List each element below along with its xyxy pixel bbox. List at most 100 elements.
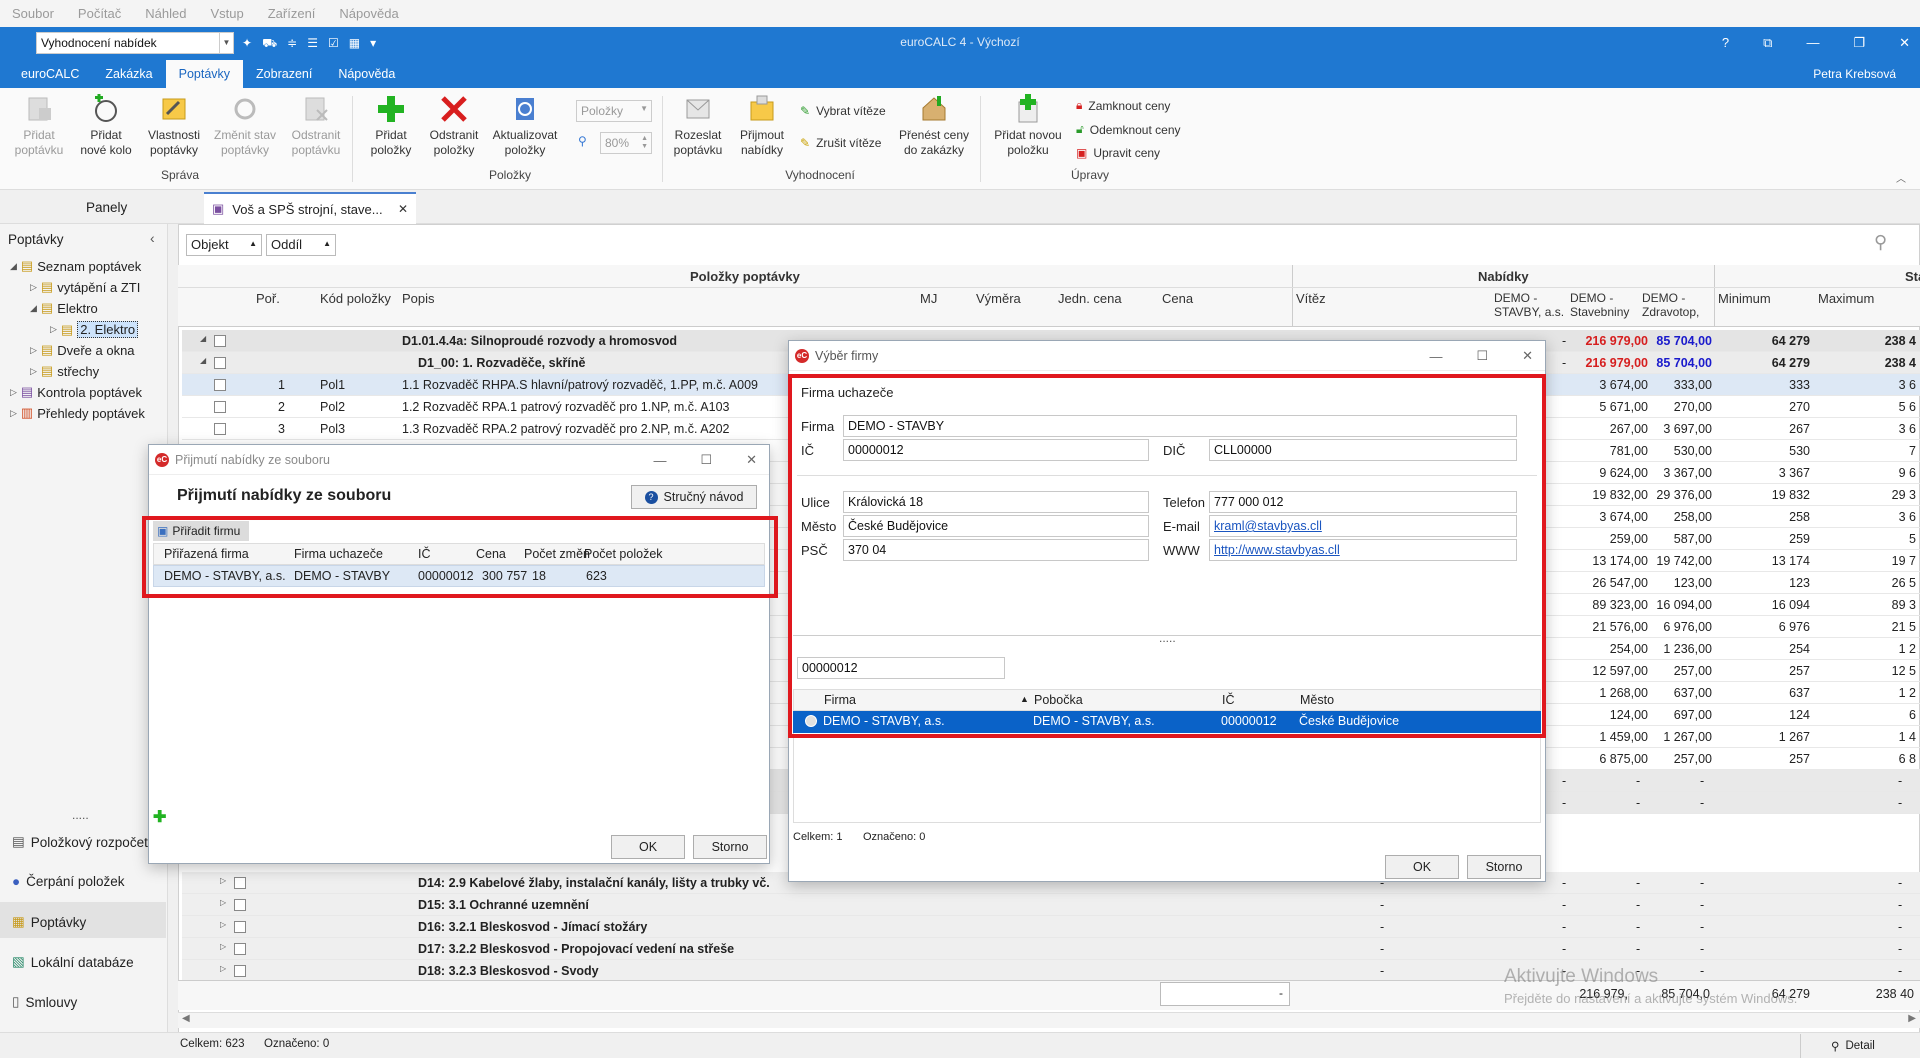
checkbox-icon[interactable]: ☑ xyxy=(328,36,339,52)
tab-napoveda[interactable]: Nápověda xyxy=(325,60,408,88)
maximize-icon[interactable]: ☐ xyxy=(1476,348,1488,364)
maximize-icon[interactable]: ☐ xyxy=(700,452,712,468)
col-bidder-firm[interactable]: Firma uchazeče xyxy=(294,547,383,561)
psc-field[interactable]: 370 04 xyxy=(843,539,1149,561)
menu-vstup[interactable]: Vstup xyxy=(210,6,243,21)
car-icon[interactable]: ⛟ xyxy=(262,36,277,52)
row-checkbox[interactable] xyxy=(234,877,246,889)
expand-icon[interactable]: ▷ xyxy=(220,876,226,885)
col-demo-stavby[interactable]: DEMO - STAVBY, a.s. xyxy=(1494,291,1564,319)
col-items-count[interactable]: Počet položek xyxy=(584,547,663,561)
col-price[interactable]: Cena xyxy=(476,547,506,561)
menu-zarizeni[interactable]: Zařízení xyxy=(268,6,316,21)
menu-napoveda[interactable]: Nápověda xyxy=(339,6,398,21)
tree-item-seznam[interactable]: ◢ ▤ Seznam poptávek xyxy=(10,258,141,274)
panel-splitter[interactable]: ..... xyxy=(72,808,89,822)
expand-icon[interactable]: ◢ xyxy=(200,356,206,365)
col-mesto[interactable]: Město xyxy=(1300,693,1334,707)
document-tab[interactable]: ▣ Voš a SPŠ strojní, stave... ✕ xyxy=(204,192,416,224)
col-cena[interactable]: Cena xyxy=(1162,291,1193,306)
close-tab-icon[interactable]: ✕ xyxy=(398,202,408,216)
tab-zakazka[interactable]: Zakázka xyxy=(92,60,165,88)
tree-item-elektro[interactable]: ◢ ▤ Elektro xyxy=(30,300,98,316)
col-mj[interactable]: MJ xyxy=(920,291,937,306)
email-field[interactable]: kraml@stavbyas.cll xyxy=(1209,515,1517,537)
col-kod[interactable]: Kód položky xyxy=(320,291,391,306)
filter-icon[interactable]: ≑ xyxy=(287,36,297,52)
transfer-prices-button[interactable]: Přenést ceny do zakázky xyxy=(896,94,972,158)
mesto-field[interactable]: České Budějovice xyxy=(843,515,1149,537)
tree-item-strechy[interactable]: ▷ ▤ střechy xyxy=(30,363,99,379)
col-vitez[interactable]: Vítěz xyxy=(1296,291,1326,306)
edit-prices-button[interactable]: ▣ Upravit ceny xyxy=(1076,146,1160,160)
close-icon[interactable]: ✕ xyxy=(1522,348,1533,364)
expand-icon[interactable]: ◢ xyxy=(200,334,206,343)
quick-guide-button[interactable]: ? Stručný návod xyxy=(631,485,757,509)
expand-icon[interactable]: ▷ xyxy=(220,964,226,973)
tree-item-kontrola[interactable]: ▷ ▤ Kontrola poptávek xyxy=(10,384,142,400)
col-assigned-firm[interactable]: Přiřazená firma xyxy=(164,547,249,561)
firm-table-row[interactable]: DEMO - STAVBY, a.s. DEMO - STAVBY, a.s. … xyxy=(793,711,1541,733)
col-minimum[interactable]: Minimum xyxy=(1718,291,1771,306)
delete-inquiry-button[interactable]: Odstranit poptávku xyxy=(286,94,346,158)
dic-field[interactable]: CLL00000 xyxy=(1209,439,1517,461)
menu-pocitac[interactable]: Počítač xyxy=(78,6,121,21)
col-changes[interactable]: Počet změn xyxy=(524,547,590,561)
change-state-button[interactable]: Změnit stav poptávky xyxy=(212,94,278,158)
unlock-prices-button[interactable]: 🔓︎ Odemknout ceny xyxy=(1076,122,1181,137)
lock-prices-button[interactable]: 🔒︎ Zamknout ceny xyxy=(1076,98,1170,113)
search-ic-input[interactable]: 00000012 xyxy=(797,657,1005,679)
tree-item-dvere[interactable]: ▷ ▤ Dveře a okna xyxy=(30,342,135,358)
filter-objekt[interactable]: Objekt ▲ xyxy=(186,234,262,256)
nav-smlouvy[interactable]: ▯ Smlouvy xyxy=(12,994,77,1010)
row-checkbox[interactable] xyxy=(234,899,246,911)
assign-firm-button[interactable]: ▣ Přiřadit firmu xyxy=(153,521,249,541)
send-inquiry-button[interactable]: Rozeslat poptávku xyxy=(668,94,728,158)
col-demo-zdravotop[interactable]: DEMO - Zdravotop, xyxy=(1642,291,1699,319)
table-row[interactable]: ▷ D17: 3.2.2 Bleskosvod - Propojovací ved… xyxy=(182,938,1920,960)
tree-item-vytapeni[interactable]: ▷ ▤ vytápění a ZTI xyxy=(30,279,140,295)
row-checkbox[interactable] xyxy=(214,357,226,369)
nav-polozkovy-rozpocet[interactable]: ▤ Položkový rozpočet xyxy=(12,834,148,850)
add-new-item-button[interactable]: Přidat novou položku xyxy=(990,94,1066,158)
list-icon[interactable]: ☰ xyxy=(307,36,318,52)
ok-button[interactable]: OK xyxy=(1385,855,1459,879)
col-ic[interactable]: IČ xyxy=(418,547,431,561)
view-select[interactable]: Vyhodnocení nabídek ▼ xyxy=(36,32,234,54)
tree-item-prehledy[interactable]: ▷ ▥ Přehledy poptávek xyxy=(10,405,145,421)
filter-oddil[interactable]: Oddíl ▲ xyxy=(266,234,336,256)
collapse-ribbon-icon[interactable]: ︿ xyxy=(1896,170,1906,185)
detail-button[interactable]: ⚲ Detail xyxy=(1800,1034,1920,1058)
row-checkbox[interactable] xyxy=(234,965,246,977)
tab-zobrazeni[interactable]: Zobrazení xyxy=(243,60,325,88)
cancel-button[interactable]: Storno xyxy=(1467,855,1541,879)
tab-poptavky[interactable]: Poptávky xyxy=(165,60,244,88)
minimize-icon[interactable]: — xyxy=(653,453,666,468)
minimize-icon[interactable]: — xyxy=(1806,35,1819,50)
expand-icon[interactable]: ▷ xyxy=(220,942,226,951)
row-checkbox[interactable] xyxy=(214,335,226,347)
cancel-button[interactable]: Storno xyxy=(693,835,767,859)
col-ic[interactable]: IČ xyxy=(1222,693,1235,707)
tab-eurocalc[interactable]: euroCALC xyxy=(8,60,92,88)
remove-items-button[interactable]: Odstranit položky xyxy=(424,94,484,158)
col-jedn-cena[interactable]: Jedn. cena xyxy=(1058,291,1122,306)
select-winner-button[interactable]: ✎ Vybrat vítěze xyxy=(800,104,886,118)
nav-cerpani[interactable]: ● Čerpání položek xyxy=(12,874,124,889)
add-round-button[interactable]: Přidat nové kolo xyxy=(76,94,136,158)
col-maximum[interactable]: Maximum xyxy=(1818,291,1874,306)
tree-item-2-elektro[interactable]: ▷ ▤ 2. Elektro xyxy=(50,321,139,338)
update-items-button[interactable]: Aktualizovat položky xyxy=(490,94,560,158)
pin-icon[interactable]: ✦ xyxy=(242,36,252,52)
col-firma[interactable]: Firma xyxy=(824,693,856,707)
add-row-icon[interactable]: ✚ xyxy=(153,807,166,827)
scroll-right-icon[interactable]: ▶ xyxy=(1908,1013,1916,1024)
col-demo-stavebniny[interactable]: DEMO - Stavebniny xyxy=(1570,291,1629,319)
close-icon[interactable]: ✕ xyxy=(1899,35,1910,51)
www-field[interactable]: http://www.stavbyas.cll xyxy=(1209,539,1517,561)
chart-icon[interactable]: ▦ xyxy=(349,36,360,52)
customize-icon[interactable]: ▾ xyxy=(370,36,376,52)
col-popis[interactable]: Popis xyxy=(402,291,435,306)
search-icon[interactable]: ⚲ xyxy=(1874,232,1887,253)
row-checkbox[interactable] xyxy=(214,379,226,391)
